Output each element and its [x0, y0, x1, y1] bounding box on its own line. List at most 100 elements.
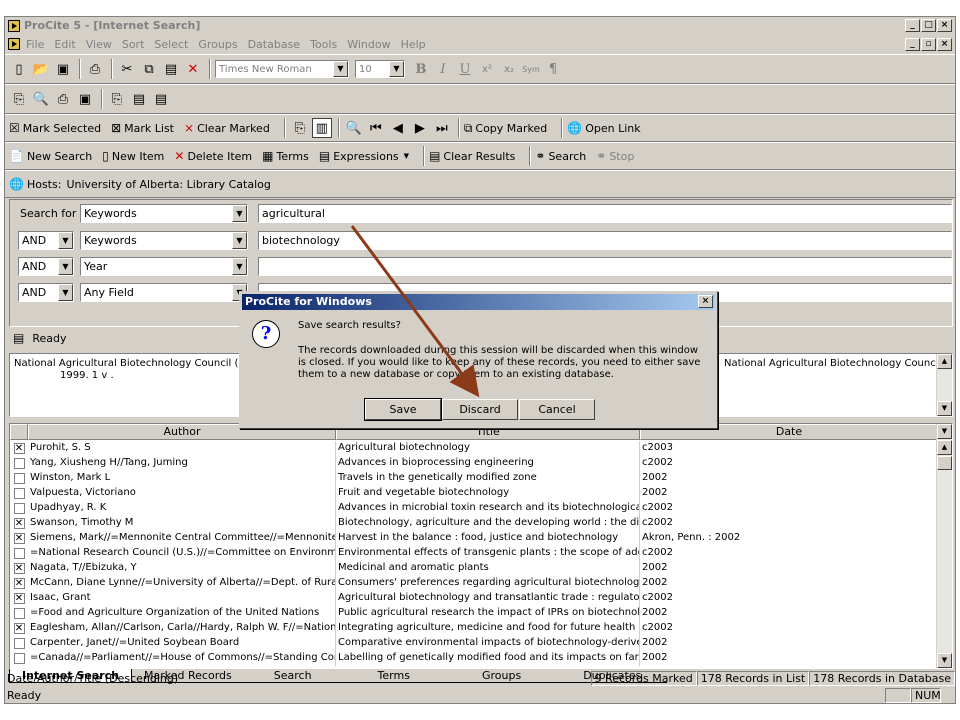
mark-checkbox[interactable] — [13, 503, 25, 514]
mark-checkbox[interactable] — [13, 473, 25, 484]
mark-selected-button[interactable]: ☒ Mark Selected — [9, 121, 101, 135]
doc-minimize-button[interactable]: _ — [905, 38, 920, 51]
bold-button[interactable]: B — [411, 59, 431, 79]
scroll-up-arrow[interactable]: ▲ — [937, 354, 952, 369]
operator-select-2[interactable]: AND ▼ — [18, 231, 74, 250]
copy-icon[interactable]: ⧉ — [139, 59, 159, 79]
search-term-3[interactable] — [258, 257, 952, 276]
table-row[interactable]: Carpenter, Janet//=United Soybean Board C… — [10, 636, 938, 651]
discard-button[interactable]: Discard — [442, 399, 518, 420]
doc-restore-button[interactable]: ▫ — [921, 38, 936, 51]
table-row[interactable]: Yang, Xiusheng H//Tang, Juming Advances i… — [10, 456, 938, 471]
mark-checkbox[interactable]: ✕ — [13, 533, 25, 544]
table-row[interactable]: ✕ Swanson, Timothy M Biotechnology, agricu… — [10, 516, 938, 531]
preview-pane-icon[interactable]: ▥ — [311, 118, 332, 138]
menu-select[interactable]: Select — [154, 38, 188, 51]
workform-icon[interactable]: ⎘ — [107, 89, 127, 109]
open-database-icon[interactable]: ⎘ — [9, 89, 29, 109]
first-record-icon[interactable]: ⏮ — [366, 118, 386, 138]
delete-icon[interactable]: ✕ — [183, 59, 203, 79]
mark-checkbox[interactable]: ✕ — [13, 593, 25, 604]
menu-file[interactable]: File — [26, 38, 44, 51]
operator-select-4[interactable]: AND ▼ — [18, 283, 74, 302]
italic-button[interactable]: I — [433, 59, 453, 79]
table-row[interactable]: ✕ McCann, Diane Lynne//=University of Alb… — [10, 576, 938, 591]
new-file-icon[interactable]: ▯ — [9, 59, 29, 79]
search-button[interactable]: ⚭ Search — [535, 149, 586, 163]
search-term-1[interactable]: agricultural — [258, 204, 952, 223]
mark-checkbox[interactable]: ✕ — [13, 518, 25, 529]
mark-checkbox[interactable] — [13, 458, 25, 469]
symbol-button[interactable]: Sym — [521, 59, 541, 79]
save-icon[interactable]: ▣ — [53, 59, 73, 79]
clear-results-button[interactable]: ▤ Clear Results — [429, 149, 515, 163]
operator-select-3[interactable]: AND ▼ — [18, 257, 74, 276]
print-preview-icon[interactable]: 🔍 — [31, 89, 51, 109]
expressions-button[interactable]: ▤ Expressions ▼ — [319, 149, 409, 163]
document-icon[interactable] — [8, 38, 20, 50]
underline-button[interactable]: U — [455, 59, 475, 79]
table-row[interactable]: ✕ Nagata, T//Ebizuka, Y Medicinal and arom… — [10, 561, 938, 576]
menu-database[interactable]: Database — [248, 38, 301, 51]
mark-checkbox[interactable]: ✕ — [13, 443, 25, 454]
mark-column-header[interactable] — [10, 424, 28, 440]
mark-checkbox[interactable]: ✕ — [13, 578, 25, 589]
mark-checkbox[interactable] — [13, 638, 25, 649]
mark-checkbox[interactable] — [13, 653, 25, 664]
new-item-button[interactable]: ▯ New Item — [102, 149, 164, 163]
paste-records-icon[interactable]: ▤ — [151, 89, 171, 109]
save-button[interactable]: Save — [364, 398, 442, 421]
close-button[interactable]: × — [937, 19, 952, 32]
cut-icon[interactable]: ✂ — [117, 59, 137, 79]
copy-marked-button[interactable]: ⧉ Copy Marked — [464, 121, 547, 136]
font-size-combo[interactable]: 10 ▼ — [355, 60, 405, 78]
last-record-icon[interactable]: ⏭ — [432, 118, 452, 138]
previous-record-icon[interactable]: ◀ — [388, 118, 408, 138]
mark-checkbox[interactable]: ✕ — [13, 623, 25, 634]
grid-scroll-up-arrow[interactable]: ▼ — [937, 424, 952, 439]
terms-button[interactable]: ▦ Terms — [262, 149, 309, 163]
dialog-close-button[interactable]: × — [698, 295, 713, 308]
paste-icon[interactable]: ▤ — [161, 59, 181, 79]
copy-records-icon[interactable]: ▤ — [129, 89, 149, 109]
mark-list-button[interactable]: ⊠ Mark List — [111, 121, 174, 135]
menu-help[interactable]: Help — [401, 38, 426, 51]
menu-sort[interactable]: Sort — [122, 38, 145, 51]
mark-checkbox[interactable] — [13, 548, 25, 559]
table-row[interactable]: Upadhyay, R. K Advances in microbial toxi… — [10, 501, 938, 516]
field-select-1[interactable]: Keywords ▼ — [80, 204, 248, 223]
font-combo[interactable]: Times New Roman ▼ — [215, 60, 349, 78]
grid-scroll-thumb[interactable] — [937, 456, 952, 470]
print-icon[interactable]: ⎙ — [85, 59, 105, 79]
search-term-2[interactable]: biotechnology — [258, 231, 952, 250]
maximize-button[interactable]: □ — [921, 19, 936, 32]
table-row[interactable]: =National Research Council (U.S.)//=Comm… — [10, 546, 938, 561]
table-row[interactable]: ✕ Siemens, Mark//=Mennonite Central Commi… — [10, 531, 938, 546]
menu-view[interactable]: View — [86, 38, 112, 51]
mark-checkbox[interactable] — [13, 608, 25, 619]
mark-checkbox[interactable]: ✕ — [13, 563, 25, 574]
preview-scrollbar[interactable]: ▲ ▼ — [936, 354, 952, 416]
table-row[interactable]: ✕ Isaac, Grant Agricultural biotechnology … — [10, 591, 938, 606]
stop-button[interactable]: ⚭ Stop — [596, 149, 634, 163]
superscript-button[interactable]: x² — [477, 59, 497, 79]
minimize-button[interactable]: _ — [905, 19, 920, 32]
subscript-button[interactable]: x₂ — [499, 59, 519, 79]
field-select-3[interactable]: Year ▼ — [80, 257, 248, 276]
cancel-button[interactable]: Cancel — [519, 399, 595, 420]
table-row[interactable]: =Canada//=Parliament//=House of Commons/… — [10, 651, 938, 666]
scroll-down-arrow[interactable]: ▼ — [937, 401, 952, 416]
menu-window[interactable]: Window — [347, 38, 390, 51]
next-record-icon[interactable]: ▶ — [410, 118, 430, 138]
grid-scroll-up-arrow-2[interactable]: ▲ — [937, 440, 952, 455]
table-row[interactable]: Valpuesta, Victoriano Fruit and vegetable… — [10, 486, 938, 501]
field-select-4[interactable]: Any Field▼ — [80, 283, 248, 302]
new-search-button[interactable]: 📄 New Search — [9, 149, 92, 163]
hosts-selector[interactable]: 🌐 Hosts: University of Alberta: Library Ca… — [9, 177, 271, 191]
doc-close-button[interactable]: × — [937, 38, 952, 51]
save-icon-2[interactable]: ▣ — [75, 89, 95, 109]
delete-item-button[interactable]: ✕ Delete Item — [174, 149, 252, 163]
table-row[interactable]: Winston, Mark L Travels in the geneticall… — [10, 471, 938, 486]
grid-scroll-down-arrow[interactable]: ▼ — [937, 653, 952, 668]
paragraph-button[interactable]: ¶ — [543, 59, 563, 79]
